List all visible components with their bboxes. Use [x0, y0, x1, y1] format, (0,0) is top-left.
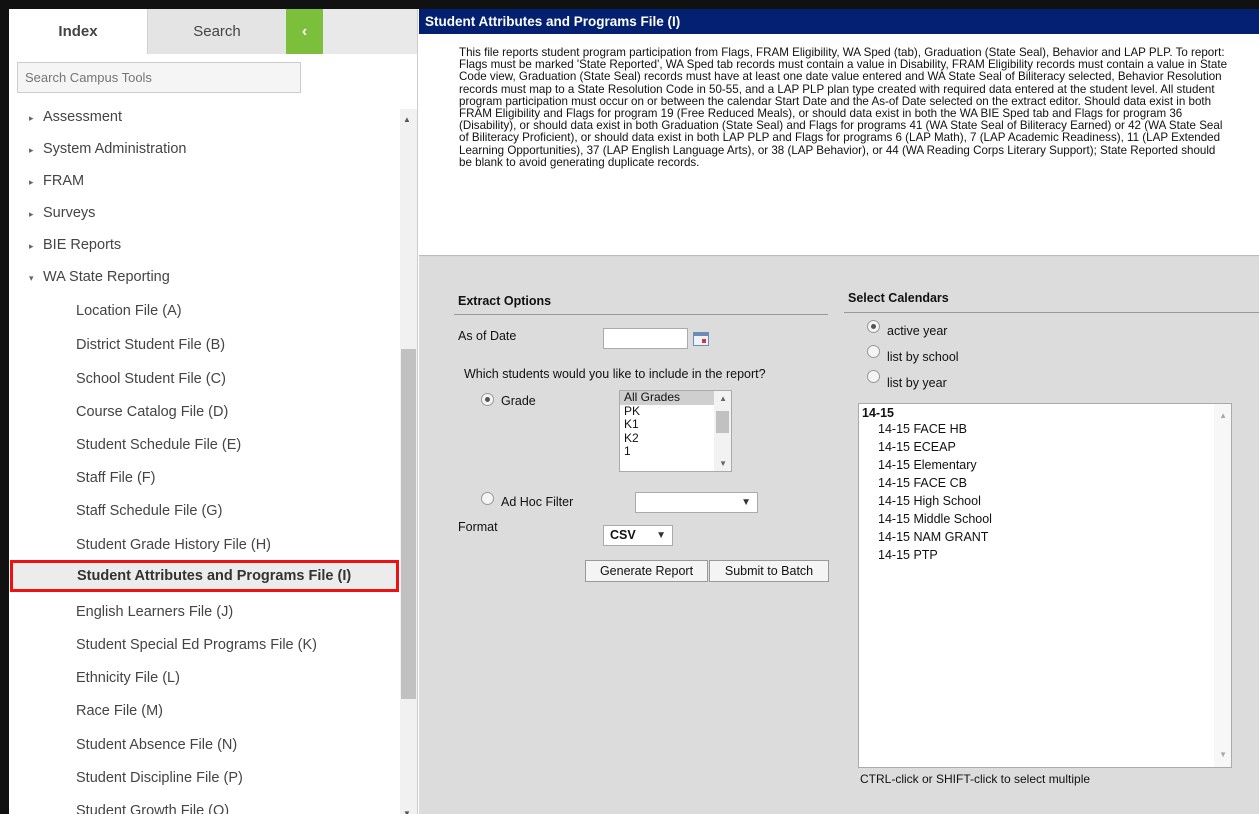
select-calendars-divider [844, 312, 1259, 313]
list-by-school-label: list by school [887, 350, 959, 364]
window-frame-top [0, 0, 1259, 9]
search-campus-tools-input[interactable] [17, 62, 301, 93]
sidebar-item-bie-reports[interactable]: ▸ BIE Reports [9, 229, 401, 261]
submit-to-batch-button[interactable]: Submit to Batch [709, 560, 829, 582]
scroll-up-arrow-icon[interactable]: ▲ [403, 115, 411, 124]
sidebar-tabs: Index Search ‹ [9, 9, 417, 54]
scroll-down-arrow-icon[interactable]: ▼ [403, 809, 411, 814]
calendar-option[interactable]: 14-15 High School [859, 492, 1231, 510]
scroll-down-arrow-icon[interactable]: ▼ [719, 459, 727, 468]
active-year-radio[interactable] [867, 320, 880, 333]
sidebar-item-staff-file[interactable]: Staff File (F) [9, 462, 401, 494]
select-calendars-title: Select Calendars [848, 291, 949, 305]
sidebar-item-assessment[interactable]: ▸ Assessment [9, 101, 401, 133]
sidebar-item-student-growth-file[interactable]: Student Growth File (Q) [9, 795, 401, 814]
format-select[interactable]: CSV ▼ [603, 525, 673, 546]
as-of-date-label: As of Date [458, 329, 517, 343]
calendar-picker-icon[interactable] [693, 332, 709, 346]
grade-listbox-scrollbar-thumb[interactable] [716, 411, 729, 433]
generate-report-button[interactable]: Generate Report [585, 560, 708, 582]
sidebar-item-student-grade-history-file[interactable]: Student Grade History File (H) [9, 529, 401, 561]
expand-arrow-icon: ▸ [29, 145, 34, 155]
scroll-up-arrow-icon[interactable]: ▲ [1219, 411, 1227, 420]
window-frame-left [0, 0, 9, 814]
grade-radio[interactable] [481, 393, 494, 406]
extract-options-divider [454, 314, 828, 315]
ad-hoc-filter-label: Ad Hoc Filter [501, 495, 574, 509]
grade-listbox[interactable]: All Grades PK K1 K2 1 ▲ ▼ [619, 390, 732, 472]
expand-arrow-icon: ▸ [29, 241, 34, 251]
sidebar-item-ethnicity-file[interactable]: Ethnicity File (L) [9, 662, 401, 694]
sidebar-item-label: Surveys [43, 205, 96, 221]
calendar-option[interactable]: 14-15 Elementary [859, 456, 1231, 474]
calendar-group-label: 14-15 [862, 406, 894, 420]
sidebar-item-student-schedule-file[interactable]: Student Schedule File (E) [9, 429, 401, 461]
sidebar-item-fram[interactable]: ▸ FRAM [9, 165, 401, 197]
sidebar-item-wa-state-reporting[interactable]: ▾ WA State Reporting [9, 261, 401, 293]
sidebar-item-student-discipline-file[interactable]: Student Discipline File (P) [9, 762, 401, 794]
main-panel: Student Attributes and Programs File (I)… [419, 9, 1259, 814]
ad-hoc-filter-radio[interactable] [481, 492, 494, 505]
sidebar-item-location-file[interactable]: Location File (A) [9, 295, 401, 327]
active-year-label: active year [887, 324, 948, 338]
sidebar-item-label: BIE Reports [43, 237, 122, 253]
sidebar-item-system-administration[interactable]: ▸ System Administration [9, 133, 401, 165]
sidebar-item-course-catalog-file[interactable]: Course Catalog File (D) [9, 396, 401, 428]
calendar-option[interactable]: 14-15 FACE CB [859, 474, 1231, 492]
expand-arrow-icon: ▸ [29, 177, 34, 187]
sidebar-item-english-learners-file[interactable]: English Learners File (J) [9, 596, 401, 628]
description-panel: This file reports student program partic… [419, 34, 1259, 256]
scroll-down-arrow-icon[interactable]: ▼ [1219, 750, 1227, 759]
sidebar-item-student-attributes-and-programs-file[interactable]: Student Attributes and Programs File (I) [10, 560, 399, 592]
dropdown-arrow-icon: ▼ [656, 530, 666, 541]
sidebar-item-school-student-file[interactable]: School Student File (C) [9, 363, 401, 395]
calendar-option[interactable]: 14-15 Middle School [859, 510, 1231, 528]
list-by-school-radio[interactable] [867, 345, 880, 358]
ad-hoc-filter-select[interactable]: ▼ [635, 492, 758, 513]
students-question-label: Which students would you like to include… [464, 367, 766, 381]
collapse-arrow-icon: ▾ [29, 273, 34, 283]
sidebar-item-surveys[interactable]: ▸ Surveys [9, 197, 401, 229]
grade-label: Grade [501, 394, 536, 408]
sidebar-item-staff-schedule-file[interactable]: Staff Schedule File (G) [9, 495, 401, 527]
expand-arrow-icon: ▸ [29, 209, 34, 219]
sidebar-scrollbar-thumb[interactable] [401, 349, 416, 699]
sidebar-item-race-file[interactable]: Race File (M) [9, 695, 401, 727]
scroll-up-arrow-icon[interactable]: ▲ [719, 394, 727, 403]
sidebar-item-label: WA State Reporting [43, 269, 170, 285]
page-title: Student Attributes and Programs File (I) [419, 9, 1259, 34]
format-value: CSV [610, 528, 636, 542]
tab-index[interactable]: Index [9, 9, 147, 54]
sidebar-item-label: Assessment [43, 109, 122, 125]
calendar-option[interactable]: 14-15 NAM GRANT [859, 528, 1231, 546]
sidebar: Index Search ‹ ▸ Assessment ▸ System Admin… [9, 9, 418, 814]
calendar-option[interactable]: 14-15 ECEAP [859, 438, 1231, 456]
list-by-year-label: list by year [887, 376, 947, 390]
sidebar-item-label: FRAM [43, 173, 85, 189]
description-text: This file reports student program partic… [459, 46, 1228, 169]
sidebar-item-label: System Administration [43, 141, 187, 157]
list-by-year-radio[interactable] [867, 370, 880, 383]
sidebar-item-student-absence-file[interactable]: Student Absence File (N) [9, 729, 401, 761]
format-label: Format [458, 520, 498, 534]
expand-arrow-icon: ▸ [29, 113, 34, 123]
calendar-option[interactable]: 14-15 PTP [859, 546, 1231, 564]
as-of-date-input[interactable] [603, 328, 688, 349]
calendar-listbox[interactable]: 14-15 14-15 FACE HB 14-15 ECEAP 14-15 El… [858, 403, 1232, 768]
calendar-listbox-scrollbar[interactable] [1214, 404, 1231, 767]
dropdown-arrow-icon: ▼ [741, 497, 751, 508]
calendar-option[interactable]: 14-15 FACE HB [859, 420, 1231, 438]
tab-search[interactable]: Search [147, 9, 286, 54]
collapse-sidebar-button[interactable]: ‹ [286, 9, 323, 54]
extract-options-title: Extract Options [458, 294, 552, 308]
multi-select-hint: CTRL-click or SHIFT-click to select mult… [860, 772, 1091, 786]
sidebar-item-district-student-file[interactable]: District Student File (B) [9, 329, 401, 361]
extract-editor: Extract Options As of Date Which student… [419, 257, 1259, 814]
sidebar-item-student-special-ed-programs-file[interactable]: Student Special Ed Programs File (K) [9, 629, 401, 661]
